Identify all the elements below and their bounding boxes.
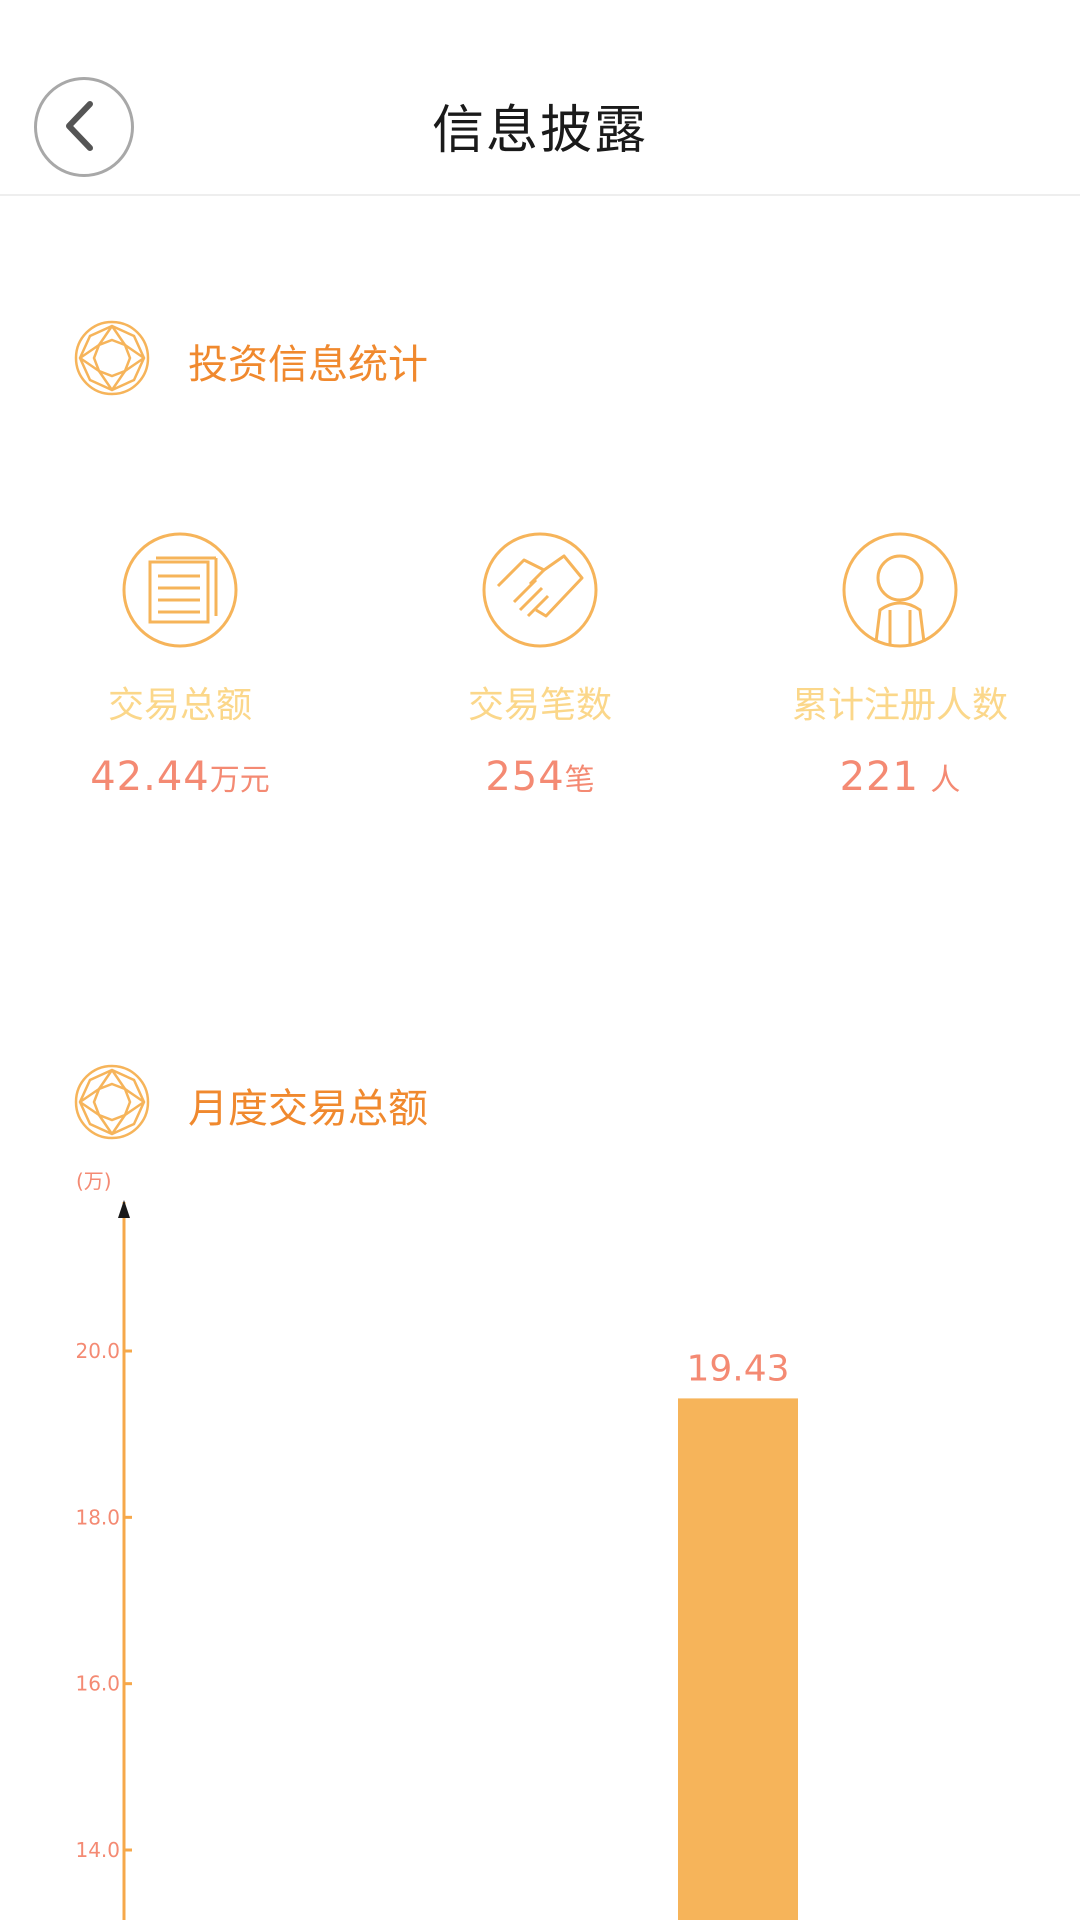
y-axis-arrow [118,1200,130,1218]
bar [678,1398,798,1920]
stat-transaction-count: 交易笔数 254笔 [390,530,690,800]
documents-icon [122,532,238,648]
stat-registered-users: 累计注册人数 221 人 [750,530,1050,800]
header-bar: 信息披露 [0,0,1080,196]
y-tick-label: 20.0 [75,1339,120,1363]
stat-value: 42.44万元 [90,754,270,800]
section-chart-title: 月度交易总额 [188,1086,428,1132]
user-icon [842,532,958,648]
stat-value: 254笔 [485,754,595,800]
y-tick-label: 16.0 [75,1672,120,1696]
page-title: 信息披露 [431,101,648,161]
diamond-icon [74,320,150,396]
stat-label: 累计注册人数 [791,685,1008,726]
y-tick-label: 18.0 [75,1505,120,1529]
handshake-icon [482,532,598,648]
y-tick-label: 14.0 [75,1838,120,1862]
stat-total-amount: 交易总额 42.44万元 [30,530,330,800]
stat-label: 交易总额 [107,685,252,726]
section-stats-title: 投资信息统计 [188,342,428,388]
bar-value-label: 19.43 [686,1348,789,1389]
stat-label: 交易笔数 [467,685,612,726]
y-axis-label: (万) [76,1169,112,1193]
diamond-icon [74,1064,150,1140]
monthly-amount-chart: (万) 14.0 16.0 18.0 20.0 19.43 [75,1169,798,1920]
stat-value: 221 人 [839,754,961,800]
